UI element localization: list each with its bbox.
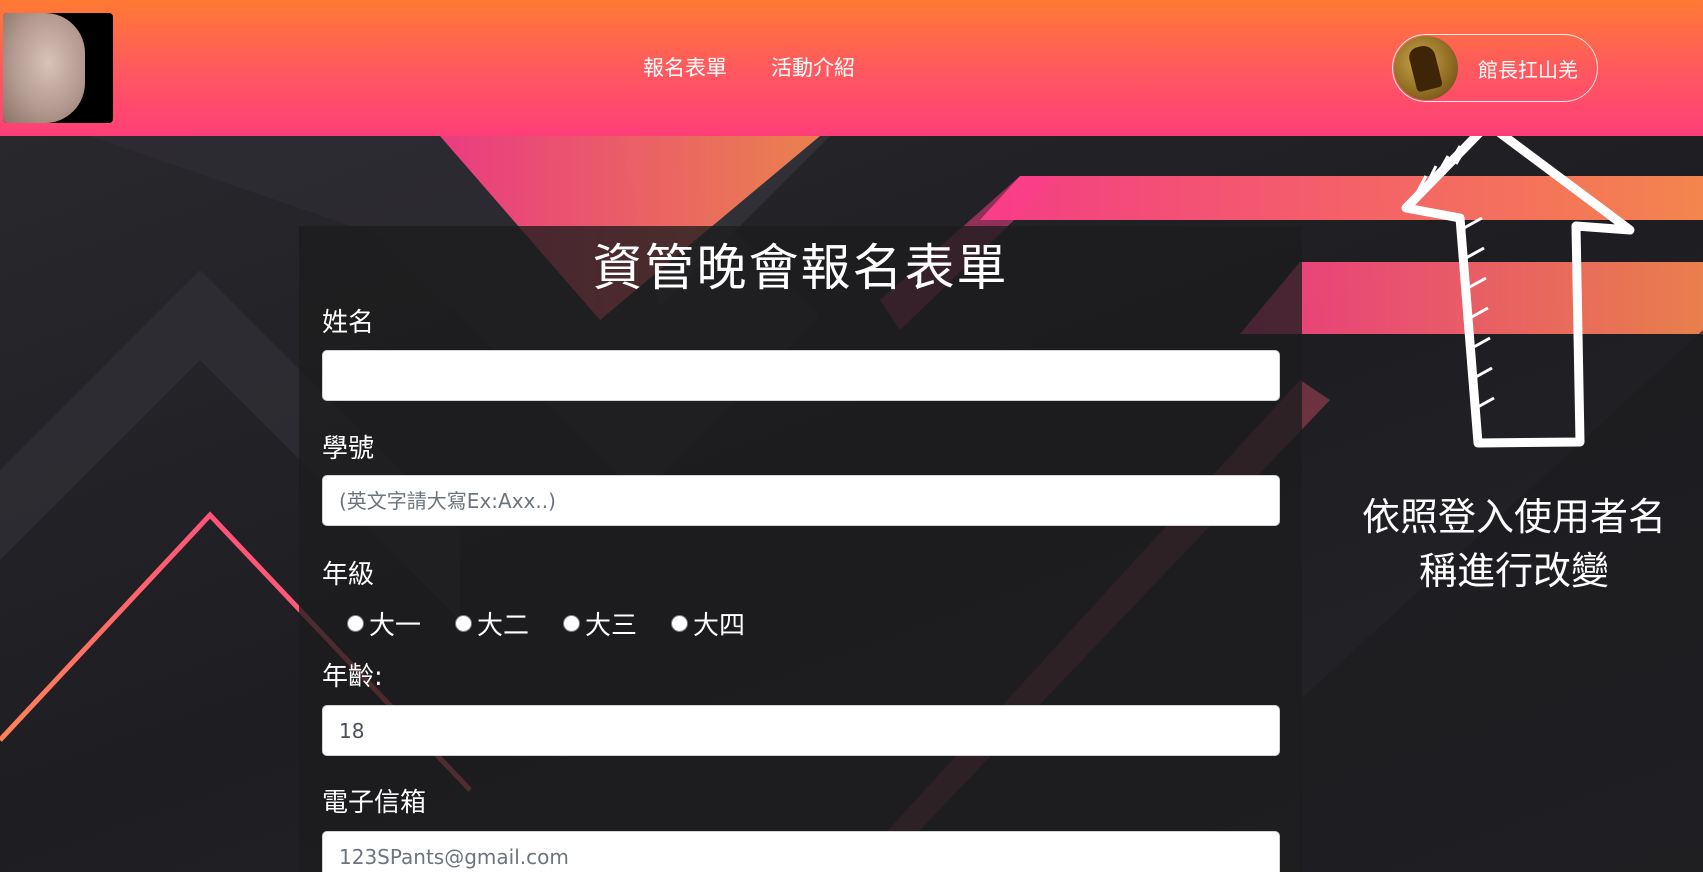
email-label: 電子信箱 (322, 788, 427, 818)
top-navbar: 報名表單 活動介紹 館長扛山羌 (0, 0, 1703, 136)
student-id-label: 學號 (322, 434, 375, 464)
logo-image (3, 13, 85, 123)
form-title: 資管晚會報名表單 (592, 239, 1009, 297)
hint-line-1: 依照登入使用者名 (1361, 495, 1666, 539)
name-label: 姓名 (322, 308, 375, 338)
user-name: 館長扛山羌 (1478, 57, 1578, 82)
email-input[interactable] (322, 831, 1280, 872)
grade-option-label: 大二 (477, 611, 530, 641)
main-nav: 報名表單 活動介紹 (643, 52, 855, 82)
grade-option-2[interactable]: 大二 (455, 605, 529, 642)
grade-option-label: 大一 (369, 611, 422, 641)
grade-radio-2[interactable] (455, 615, 473, 632)
grade-option-3[interactable]: 大三 (563, 605, 637, 642)
age-input[interactable] (322, 705, 1280, 756)
user-avatar (1394, 36, 1458, 100)
hint-arrow-icon (1401, 119, 1635, 448)
grade-radio-1[interactable] (347, 615, 364, 632)
grade-option-4[interactable]: 大四 (671, 605, 745, 642)
nav-link-signup-form[interactable]: 報名表單 (643, 52, 727, 82)
user-profile-button[interactable]: 館長扛山羌 (1392, 34, 1598, 102)
grade-radio-4[interactable] (671, 615, 689, 632)
registration-form-panel: 資管晚會報名表單 姓名 學號 年級 大一 大二 大三 大四 年齡: 電子信箱 (299, 226, 1302, 872)
name-input[interactable] (322, 350, 1280, 401)
site-logo[interactable] (3, 13, 113, 123)
grade-option-1[interactable]: 大一 (347, 605, 421, 642)
nav-link-event-intro[interactable]: 活動介紹 (771, 52, 855, 82)
username-hint: 依照登入使用者名 稱進行改變 (1349, 490, 1679, 598)
grade-radio-3[interactable] (563, 615, 581, 632)
grade-option-label: 大四 (693, 611, 746, 641)
student-id-input[interactable] (322, 475, 1280, 526)
age-label: 年齡: (322, 662, 383, 692)
hint-line-2: 稱進行改變 (1418, 549, 1609, 593)
grade-option-label: 大三 (585, 611, 638, 641)
grade-radio-group: 大一 大二 大三 大四 (347, 605, 745, 642)
grade-label: 年級 (322, 560, 375, 590)
